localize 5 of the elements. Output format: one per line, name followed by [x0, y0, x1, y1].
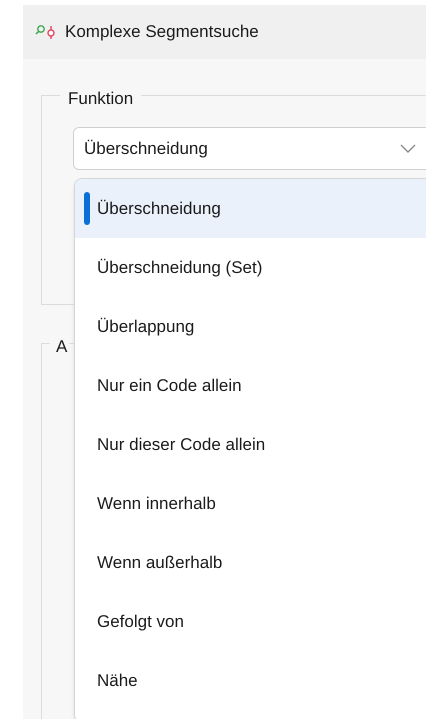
window-title: Komplexe Segmentsuche — [65, 21, 259, 44]
dropdown-item[interactable]: Überschneidung — [75, 179, 426, 238]
function-combobox[interactable]: Überschneidung — [73, 127, 426, 170]
selection-indicator — [84, 192, 90, 225]
chevron-down-icon — [400, 144, 416, 154]
